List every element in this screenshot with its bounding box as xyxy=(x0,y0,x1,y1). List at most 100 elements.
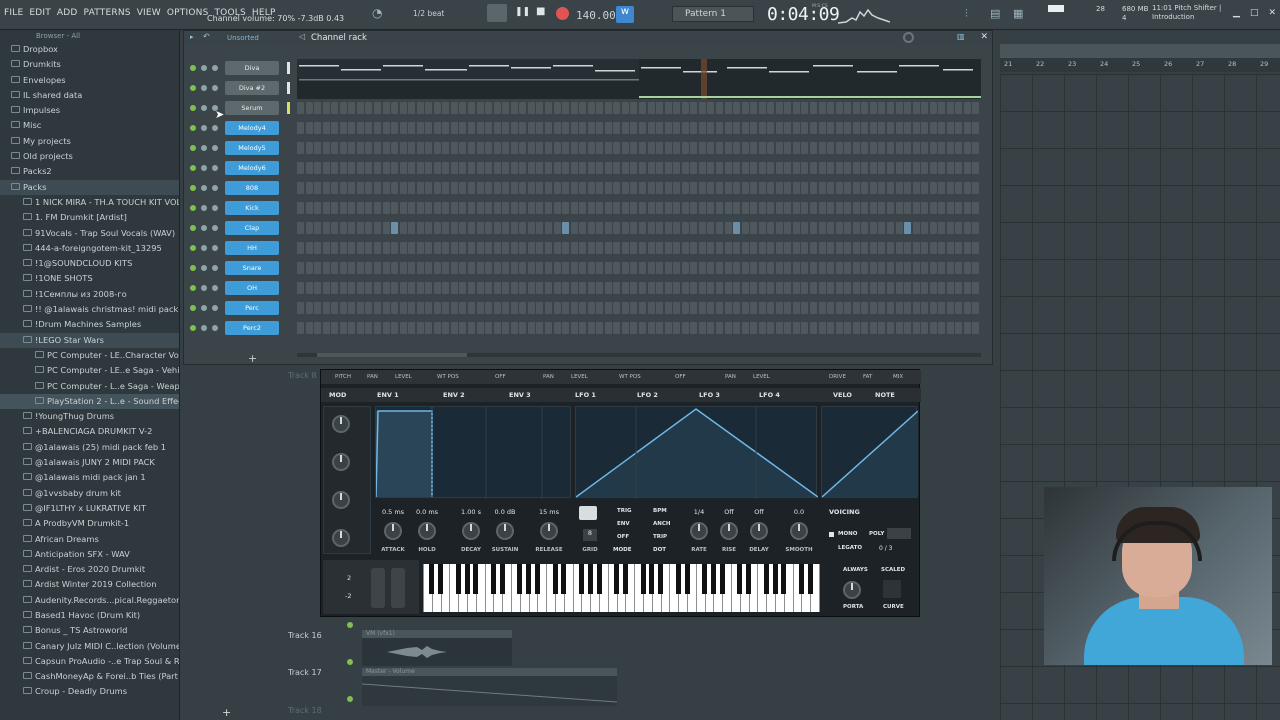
browser-item[interactable]: Anticipation SFX - WAV xyxy=(0,547,179,562)
matrix-tab[interactable]: WT POS xyxy=(619,374,641,380)
playlist-icon[interactable]: ▤ xyxy=(990,7,1000,20)
browser-item[interactable]: PC Computer - L..e Saga - Weapons xyxy=(0,379,179,394)
browser-header[interactable]: Browser - All xyxy=(0,30,179,42)
browser-item[interactable]: Capsun ProAudio -..e Trap Soul & RnB xyxy=(0,654,179,669)
browser-item[interactable]: Ardist - Eros 2020 Drumkit xyxy=(0,562,179,577)
black-key[interactable] xyxy=(526,564,532,594)
channel-switches[interactable] xyxy=(190,145,218,151)
poly-count[interactable] xyxy=(887,528,911,539)
channel-button[interactable]: HH xyxy=(225,241,279,255)
matrix-tab[interactable]: PAN xyxy=(367,374,378,380)
env-knob[interactable] xyxy=(540,522,558,540)
black-key[interactable] xyxy=(702,564,708,594)
white-key[interactable] xyxy=(484,564,486,612)
black-key[interactable] xyxy=(578,564,584,594)
browser-item[interactable]: Bonus _ TS Astroworld xyxy=(0,623,179,638)
browser-item[interactable]: 444-a-foreigngotem-kit_13295 xyxy=(0,241,179,256)
lfo-option[interactable]: DOT xyxy=(653,547,666,553)
pat-song-toggle[interactable] xyxy=(487,4,507,22)
channel-switches[interactable] xyxy=(190,305,218,311)
channel-switches[interactable] xyxy=(190,285,218,291)
white-key[interactable] xyxy=(634,564,636,612)
browser-item[interactable]: 1 NICK MIRA - TH.A TOUCH KIT VOL 1 xyxy=(0,195,179,210)
channel-switches[interactable] xyxy=(190,85,218,91)
channel-filter[interactable]: Unsorted xyxy=(227,34,259,42)
lfo-option[interactable]: BPM xyxy=(653,508,667,514)
add-track-icon[interactable]: + xyxy=(222,706,231,719)
track-label[interactable]: Track 8 xyxy=(288,371,317,380)
track-led[interactable] xyxy=(347,659,353,665)
mod-tab[interactable]: LFO 1 xyxy=(575,391,596,399)
browser-item[interactable]: !YoungThug Drums xyxy=(0,409,179,424)
browser-item[interactable]: Misc xyxy=(0,118,179,133)
white-key[interactable] xyxy=(449,564,451,612)
browser-item[interactable]: 1. FM Drumkit [Ardist] xyxy=(0,210,179,225)
black-key[interactable] xyxy=(622,564,628,594)
channel-button[interactable]: Melody5 xyxy=(225,141,279,155)
browser-item[interactable]: +BALENCIAGA DRUMKIT V-2 xyxy=(0,424,179,439)
env-knob[interactable] xyxy=(418,522,436,540)
black-key[interactable] xyxy=(429,564,435,594)
track-led[interactable] xyxy=(347,622,353,628)
browser-item[interactable]: !1Семплы из 2008-го xyxy=(0,287,179,302)
pitch-bend-down[interactable]: -2 xyxy=(345,592,351,600)
white-key[interactable] xyxy=(695,564,697,612)
matrix-tab[interactable]: LEVEL xyxy=(571,374,588,380)
snap-selector[interactable]: 1/2 beat xyxy=(413,9,444,18)
track-label[interactable]: Track 16 xyxy=(288,631,322,640)
channel-button[interactable]: Snare xyxy=(225,261,279,275)
browser-item[interactable]: African Dreams xyxy=(0,532,179,547)
black-key[interactable] xyxy=(746,564,752,594)
black-key[interactable] xyxy=(710,564,716,594)
rack-scrollbar[interactable] xyxy=(297,353,981,357)
news-panel[interactable]: 11:01 Pitch Shifter | Introduction xyxy=(1152,4,1221,22)
black-key[interactable] xyxy=(455,564,461,594)
black-key[interactable] xyxy=(534,564,540,594)
white-key[interactable] xyxy=(572,564,574,612)
mod-tab[interactable]: VELO xyxy=(833,391,852,399)
lfo-knob[interactable] xyxy=(790,522,808,540)
playlist-ruler[interactable]: 21 22 23 24 25 26 27 28 29 xyxy=(1000,58,1280,72)
white-key[interactable] xyxy=(757,564,759,612)
channel-button[interactable]: 808 xyxy=(225,181,279,195)
white-key[interactable] xyxy=(546,564,548,612)
black-key[interactable] xyxy=(719,564,725,594)
browser-item[interactable]: Packs xyxy=(0,179,179,195)
browser-item[interactable]: @1alawais JUNY 2 MIDI PACK xyxy=(0,455,179,470)
black-key[interactable] xyxy=(552,564,558,594)
minimize-icon[interactable]: ▁ xyxy=(1233,8,1240,18)
mod-tab[interactable]: LFO 3 xyxy=(699,391,720,399)
browser-item[interactable]: !! @1alawais christmas! midi pack xyxy=(0,302,179,317)
black-key[interactable] xyxy=(499,564,505,594)
matrix-tab[interactable]: LEVEL xyxy=(753,374,770,380)
mono-toggle[interactable] xyxy=(829,532,834,537)
browser-item[interactable]: !LEGO Star Wars xyxy=(0,332,179,348)
close-icon[interactable]: ✕ xyxy=(980,32,988,42)
browser-item[interactable]: @1alawais midi pack jan 1 xyxy=(0,470,179,485)
record-button[interactable] xyxy=(556,7,569,20)
black-key[interactable] xyxy=(649,564,655,594)
menu-options[interactable]: OPTIONS xyxy=(167,8,209,18)
matrix-tab[interactable]: MIX xyxy=(893,374,903,380)
white-key[interactable] xyxy=(792,564,794,612)
legato-label[interactable]: LEGATO xyxy=(838,545,862,551)
browser-item[interactable]: PlayStation 2 - L..e - Sound Effects xyxy=(0,393,179,410)
browser-item[interactable]: Drumkits xyxy=(0,57,179,72)
porta-knob[interactable] xyxy=(843,581,861,599)
browser-item[interactable]: Packs2 xyxy=(0,164,179,179)
mod-wheel[interactable] xyxy=(391,568,405,608)
play-icon[interactable]: ❚❚ xyxy=(515,7,530,17)
white-key[interactable] xyxy=(669,564,671,612)
menu-view[interactable]: VIEW xyxy=(137,8,161,18)
lfo-option[interactable]: ANCH xyxy=(653,521,671,527)
channel-button[interactable]: Diva xyxy=(225,61,279,75)
lfo-knob[interactable] xyxy=(750,522,768,540)
black-key[interactable] xyxy=(658,564,664,594)
black-key[interactable] xyxy=(640,564,646,594)
lfo-option[interactable]: TRIG xyxy=(617,508,632,514)
white-key[interactable] xyxy=(819,564,820,612)
black-key[interactable] xyxy=(473,564,479,594)
mod-tab[interactable]: ENV 3 xyxy=(509,391,531,399)
matrix-tab[interactable]: DRIVE xyxy=(829,374,846,380)
browser-item[interactable]: Old projects xyxy=(0,149,179,164)
